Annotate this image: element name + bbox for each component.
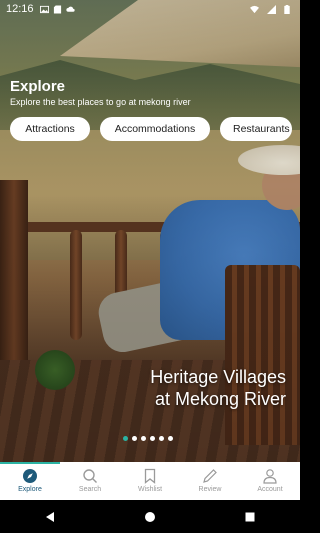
carousel-dot[interactable] [159,436,164,441]
bookmark-icon [144,468,156,484]
nav-account-label: Account [257,486,283,493]
cloud-icon [65,6,75,12]
battery-icon [284,4,290,14]
active-tab-indicator [0,462,60,464]
wifi-icon [250,5,259,13]
nav-review-label: Review [198,486,222,493]
nav-explore-label: Explore [18,486,42,493]
bottom-nav: Explore Search Wishlist Review Account [0,462,300,500]
chip-attractions[interactable]: Attractions [10,117,90,141]
category-chips: Attractions Accommodations Restaurants [10,117,292,141]
carousel-dot[interactable] [123,436,128,441]
sd-card-icon [53,4,61,14]
nav-review[interactable]: Review [180,462,240,500]
back-icon[interactable] [44,511,56,523]
nav-wishlist[interactable]: Wishlist [120,462,180,500]
recents-icon[interactable] [244,511,256,523]
nav-search[interactable]: Search [60,462,120,500]
hero-caption-line1: Heritage Villages [150,367,286,387]
page-title: Explore [10,78,66,95]
signal-icon [267,4,276,14]
nav-wishlist-label: Wishlist [137,486,163,493]
status-time: 12:16 [6,3,34,15]
explore-header: Explore Explore the best places to go at… [10,78,290,109]
app-screen: 12:16 Explore Explore the best places to… [0,0,300,533]
chip-accommodations[interactable]: Accommodations [100,117,210,141]
page-subtitle: Explore the best places to go at mekong … [10,97,191,107]
chip-restaurants[interactable]: Restaurants [220,117,292,141]
gallery-icon [39,5,49,13]
home-icon[interactable] [144,511,156,523]
nav-search-label: Search [78,486,102,493]
nav-account[interactable]: Account [240,462,300,500]
status-bar: 12:16 [0,0,300,18]
hero-caption-line2: at Mekong River [154,389,286,409]
nav-explore[interactable]: Explore [0,462,60,500]
hero-caption[interactable]: Heritage Villages at Mekong River [150,366,286,410]
system-nav-bar [0,500,300,533]
carousel-dot[interactable] [150,436,155,441]
search-icon [83,469,97,483]
compass-icon [23,469,37,483]
user-icon [263,469,277,484]
carousel-dot[interactable] [168,436,173,441]
carousel-dot[interactable] [132,436,137,441]
pencil-icon [203,469,217,483]
carousel-indicator [123,436,173,441]
carousel-dot[interactable] [141,436,146,441]
